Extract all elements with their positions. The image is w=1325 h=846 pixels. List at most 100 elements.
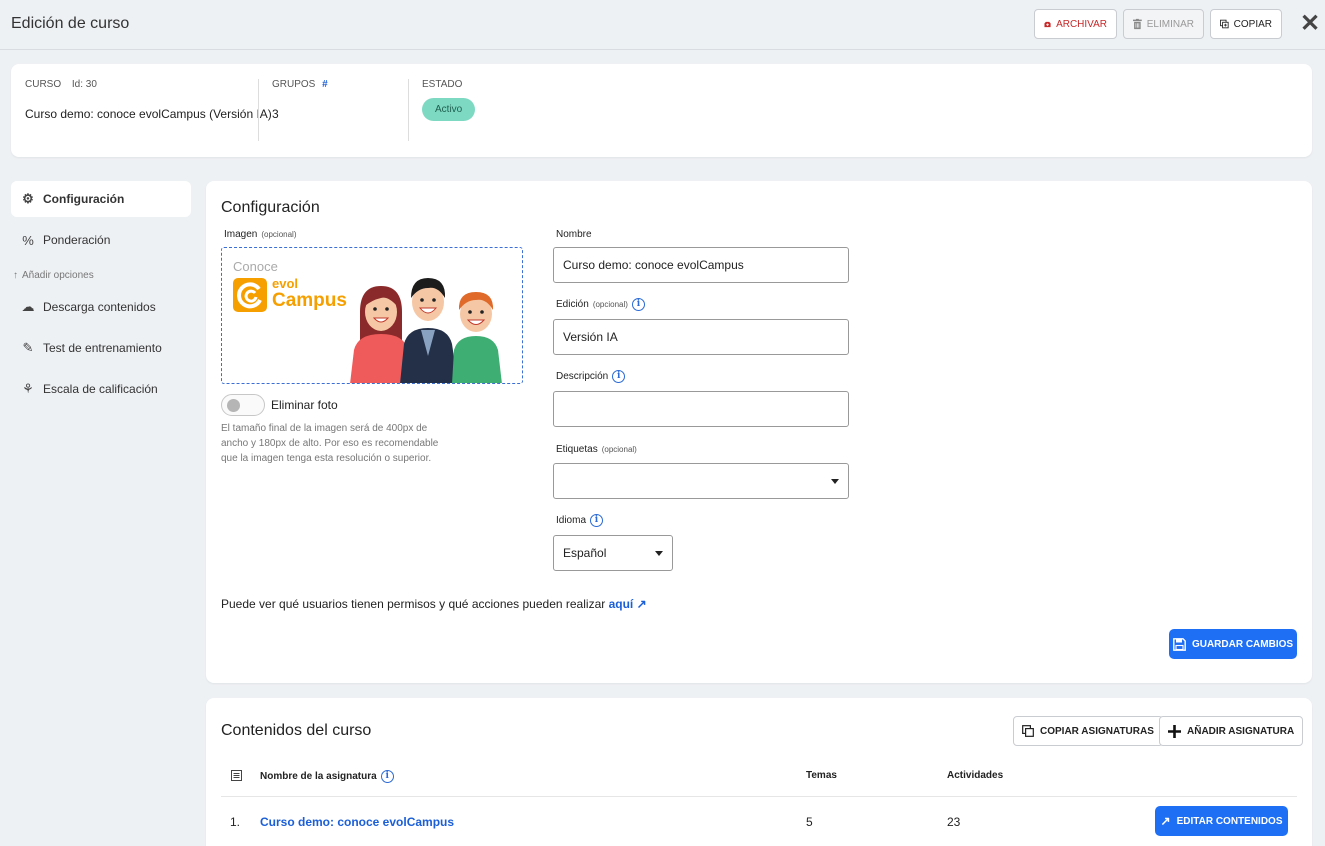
sidebar-item-label: Ponderación (43, 233, 111, 247)
section-title: Configuración (221, 199, 320, 216)
dropdown-caret-icon (655, 551, 663, 556)
course-name: Curso demo: conoce evolCampus (Versión I… (25, 107, 272, 121)
name-input[interactable]: Curso demo: conoce evolCampus (553, 247, 849, 283)
sidebar-item-label: Test de entrenamiento (43, 341, 162, 355)
course-id: Id: 30 (71, 79, 97, 90)
tags-select[interactable] (553, 463, 849, 499)
divider (408, 79, 409, 141)
copy-subjects-button[interactable]: COPIAR ASIGNATURAS (1013, 716, 1163, 746)
copy-button[interactable]: COPIAR (1210, 9, 1282, 39)
permissions-note: Puede ver qué usuarios tienen permisos y… (221, 597, 647, 611)
edit-icon: ✎ (22, 340, 34, 355)
configuration-card: Configuración Imagen (opcional) Conoce e… (206, 181, 1312, 683)
gear-icon: ⚙ (22, 191, 34, 206)
trash-icon (1133, 18, 1142, 30)
course-summary-card: CURSO Id: 30 Curso demo: conoce evolCamp… (11, 64, 1312, 157)
groups-column: GRUPOS # 3 (272, 79, 328, 141)
info-icon[interactable]: i (631, 298, 645, 311)
image-size-hint: El tamaño final de la imagen será de 400… (221, 423, 439, 464)
subject-activities: 23 (947, 815, 961, 829)
course-contents-card: Contenidos del curso COPIAR ASIGNATURAS … (206, 698, 1312, 846)
people-illustration (350, 278, 502, 383)
status-badge: Activo (422, 98, 476, 121)
copy-icon (1220, 19, 1229, 29)
top-bar: Edición de curso ARCHIVAR ELIMINAR COPIA… (0, 0, 1325, 50)
add-subject-label: AÑADIR ASIGNATURA (1187, 725, 1295, 737)
evolcampus-logo-icon (233, 278, 267, 312)
sidebar-item-escala-calificacion[interactable]: ⚘ Escala de calificación (11, 371, 191, 407)
external-link-icon: ↗ (636, 597, 647, 611)
name-field-label: Nombre (556, 229, 592, 240)
award-icon: ⚘ (22, 381, 34, 396)
copy-icon (1022, 725, 1034, 737)
image-field-label: Imagen (opcional) (224, 229, 297, 240)
info-icon[interactable]: i (612, 370, 626, 383)
delete-button[interactable]: ELIMINAR (1123, 9, 1204, 39)
archive-label: ARCHIVAR (1056, 18, 1107, 30)
permissions-link[interactable]: aquí ↗ (609, 597, 647, 611)
sidebar-item-configuracion[interactable]: ⚙ Configuración (11, 181, 191, 217)
plus-icon (1168, 724, 1181, 738)
course-column: CURSO Id: 30 Curso demo: conoce evolCamp… (25, 79, 272, 141)
sidebar-item-test-entrenamiento[interactable]: ✎ Test de entrenamiento (11, 330, 191, 366)
select-all-icon[interactable] (231, 770, 242, 781)
side-navigation: ⚙ Configuración % Ponderación ↑ Añadir o… (11, 181, 191, 412)
logo-campus-text: Campus (272, 290, 347, 311)
percent-icon: % (22, 232, 34, 248)
remove-photo-label: Eliminar foto (271, 398, 338, 412)
dropdown-caret-icon (831, 479, 839, 484)
row-index: 1. (230, 815, 241, 829)
status-column: ESTADO Activo (422, 79, 476, 141)
tags-field-label: Etiquetas (opcional) (556, 444, 637, 455)
sidebar-item-label: Configuración (43, 192, 125, 206)
description-input[interactable] (553, 391, 849, 427)
sidebar-item-label: Escala de calificación (43, 382, 158, 396)
info-icon[interactable]: i (380, 770, 394, 783)
info-icon[interactable]: i (590, 514, 604, 527)
groups-count: 3 (272, 107, 279, 121)
add-options-section: ↑ Añadir opciones (11, 270, 191, 281)
language-field-label: Idioma i (556, 514, 604, 527)
remove-photo-toggle[interactable] (221, 394, 265, 416)
section-label: Añadir opciones (22, 270, 94, 281)
edit-contents-button[interactable]: ↗ EDITAR CONTENIDOS (1155, 806, 1288, 836)
divider (258, 79, 259, 141)
groups-label: GRUPOS (272, 79, 316, 90)
subject-topics: 5 (806, 815, 813, 829)
edition-input[interactable]: Versión IA (553, 319, 849, 355)
cloud-download-icon: ☁ (21, 299, 35, 314)
course-label: CURSO (25, 79, 62, 90)
column-header-name: Nombre de la asignatura i (260, 770, 394, 783)
edition-field-label: Edición (opcional) i (556, 298, 645, 311)
page-title: Edición de curso (11, 15, 130, 32)
toggle-knob (227, 399, 240, 412)
close-icon[interactable]: ✕ (1300, 12, 1320, 36)
course-image-dropzone[interactable]: Conoce evol Campus (221, 247, 523, 384)
language-select[interactable]: Español (553, 535, 673, 571)
list-icon (231, 770, 242, 781)
sidebar-item-descarga-contenidos[interactable]: ☁ Descarga contenidos (11, 289, 191, 325)
arrow-up-right-icon: ↗ (1160, 814, 1171, 828)
save-icon (1173, 637, 1186, 651)
archive-icon (1044, 21, 1051, 27)
subject-name-link[interactable]: Curso demo: conoce evolCampus (260, 815, 454, 829)
groups-hash-icon[interactable]: # (322, 79, 328, 90)
delete-label: ELIMINAR (1146, 18, 1194, 30)
logo-evol-text: evol (272, 276, 299, 291)
column-header-topics: Temas (806, 770, 837, 781)
logo-conoce-text: Conoce (233, 259, 278, 274)
sidebar-item-ponderacion[interactable]: % Ponderación (11, 222, 191, 258)
description-field-label: Descripción i (556, 370, 626, 383)
status-label: ESTADO (422, 79, 463, 90)
sidebar-item-label: Descarga contenidos (43, 300, 156, 314)
copy-subjects-label: COPIAR ASIGNATURAS (1040, 725, 1154, 737)
add-subject-button[interactable]: AÑADIR ASIGNATURA (1159, 716, 1304, 746)
section-title: Contenidos del curso (221, 722, 372, 739)
edit-contents-label: EDITAR CONTENIDOS (1176, 815, 1283, 827)
divider (221, 796, 1297, 797)
save-changes-button[interactable]: GUARDAR CAMBIOS (1169, 629, 1297, 659)
arrow-up-icon: ↑ (13, 270, 18, 281)
save-label: GUARDAR CAMBIOS (1191, 638, 1294, 650)
archive-button[interactable]: ARCHIVAR (1034, 9, 1117, 39)
column-header-activities: Actividades (947, 770, 1004, 781)
